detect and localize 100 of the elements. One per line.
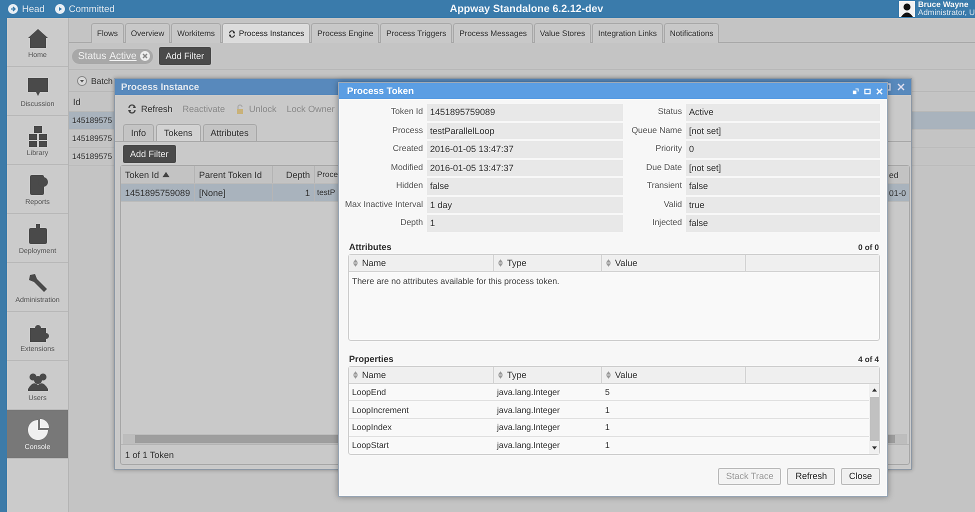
column-header[interactable]: Type bbox=[494, 254, 602, 270]
column-header[interactable]: Name bbox=[349, 254, 494, 270]
tab[interactable]: Process Triggers bbox=[380, 23, 452, 43]
sort-icon bbox=[353, 370, 358, 378]
refresh-icon bbox=[228, 30, 236, 38]
field-value: testParallelLoop bbox=[427, 122, 623, 139]
field-value: true bbox=[686, 196, 880, 213]
add-filter-button[interactable]: Add Filter bbox=[123, 145, 176, 163]
sort-icon bbox=[606, 370, 611, 378]
section-title: Properties bbox=[349, 354, 394, 364]
field-label: Valid bbox=[662, 198, 683, 210]
column-header[interactable]: Parent Token Id bbox=[195, 166, 273, 183]
tab[interactable]: Process Engine bbox=[311, 23, 380, 43]
table-cell-text: java.lang.Integer bbox=[496, 386, 561, 399]
pie-chart-icon bbox=[26, 418, 50, 442]
column-header[interactable]: Value bbox=[602, 254, 746, 270]
filter-value: Active bbox=[109, 50, 137, 62]
tab[interactable]: Info bbox=[123, 124, 154, 141]
dialog-title: Process Instance bbox=[121, 82, 200, 92]
table-cell-text: LoopIncrement bbox=[351, 404, 410, 417]
scroll-up-icon[interactable] bbox=[872, 388, 876, 392]
field-value: false bbox=[427, 178, 623, 194]
column-header[interactable]: ed bbox=[888, 166, 909, 183]
field-value: [not set] bbox=[686, 160, 880, 176]
avatar-silhouette-icon bbox=[899, 1, 915, 17]
circle-icon bbox=[54, 4, 65, 14]
close-icon[interactable] bbox=[897, 83, 905, 91]
column-header: Id bbox=[73, 96, 81, 106]
field-label: Priority bbox=[654, 142, 683, 155]
table-cell-text: java.lang.Integer bbox=[496, 421, 561, 434]
field-label: Due Date bbox=[645, 160, 683, 174]
filter-field: Status bbox=[78, 50, 106, 62]
table-cell-text: java.lang.Integer bbox=[496, 404, 561, 417]
padlock-icon bbox=[235, 104, 246, 114]
column-header[interactable]: Type bbox=[494, 366, 602, 382]
table-cell-text: 1 bbox=[604, 404, 611, 417]
sort-icon bbox=[498, 258, 503, 266]
field-value: 2016-01-05 13:47:37 bbox=[427, 141, 623, 158]
add-filter-button[interactable]: Add Filter bbox=[158, 47, 212, 65]
field-value: [not set] bbox=[686, 122, 880, 139]
item-count: 4 of 4 bbox=[858, 354, 879, 364]
section-title: Attributes bbox=[349, 242, 392, 252]
tab[interactable]: Process Messages bbox=[453, 23, 533, 43]
tab[interactable]: Notifications bbox=[664, 23, 720, 43]
field-value: 0 bbox=[686, 141, 880, 158]
field-label: Modified bbox=[390, 160, 424, 174]
field-value: false bbox=[686, 178, 880, 194]
field-value: 2016-01-05 13:47:37 bbox=[427, 160, 623, 176]
sort-icon bbox=[353, 258, 358, 266]
column-header[interactable]: Value bbox=[602, 366, 746, 382]
user-role: Administrator, U bbox=[918, 9, 975, 17]
table-cell-text: 1 bbox=[604, 421, 611, 434]
tab[interactable]: Attributes bbox=[202, 124, 257, 141]
field-label: Transient bbox=[646, 179, 683, 192]
field-label: Token Id bbox=[390, 105, 424, 118]
tab[interactable]: Value Stores bbox=[534, 23, 592, 43]
field-label: Status bbox=[656, 105, 683, 118]
tab[interactable]: Overview bbox=[124, 23, 170, 43]
tab[interactable]: Flows bbox=[91, 23, 124, 43]
field-value: false bbox=[686, 215, 880, 232]
restore-icon[interactable] bbox=[852, 88, 859, 94]
maximize-icon[interactable] bbox=[864, 88, 871, 94]
batch-menu[interactable]: Batch bbox=[77, 76, 113, 86]
column-header[interactable]: Token Id bbox=[121, 166, 195, 183]
empty-message: There are no attributes available for this process token. bbox=[351, 274, 560, 288]
circle-icon bbox=[8, 4, 18, 14]
field-label: Depth bbox=[399, 216, 424, 229]
tab[interactable]: Integration Links bbox=[592, 23, 663, 43]
dropdown-icon bbox=[77, 76, 87, 86]
close-icon[interactable] bbox=[140, 51, 150, 61]
sort-icon bbox=[606, 258, 611, 266]
column-header[interactable]: Name bbox=[349, 366, 494, 382]
dialog-title: Process Token bbox=[347, 86, 414, 96]
field-value: Active bbox=[686, 104, 880, 120]
field-label: Process bbox=[391, 124, 424, 136]
sort-icon bbox=[498, 370, 503, 378]
table-cell-text: LoopEnd bbox=[351, 386, 388, 399]
table-cell-text: 5 bbox=[604, 386, 611, 399]
field-label: Injected bbox=[651, 216, 683, 229]
field-value: 1 bbox=[427, 215, 623, 232]
field-value: 1451895759089 bbox=[427, 104, 623, 120]
tab[interactable]: Tokens bbox=[156, 124, 201, 141]
field-label: Max Inactive Interval bbox=[344, 198, 424, 210]
field-label: Hidden bbox=[395, 179, 424, 192]
field-label: Queue Name bbox=[630, 124, 683, 137]
app-title: Appway Standalone 6.2.12-dev bbox=[450, 3, 604, 15]
branch-link[interactable]: Head bbox=[8, 4, 45, 14]
table-cell-text: LoopIndex bbox=[351, 421, 393, 434]
column-header[interactable]: Depth bbox=[273, 166, 315, 183]
dialog-button[interactable]: Refresh bbox=[787, 468, 835, 484]
dialog-button[interactable]: Close bbox=[840, 468, 880, 484]
branch-link[interactable]: Committed bbox=[54, 4, 115, 14]
item-count: 0 of 0 bbox=[858, 242, 879, 252]
tab[interactable]: Process Instances bbox=[222, 23, 310, 43]
toolbar-button[interactable]: Refresh bbox=[127, 104, 173, 114]
field-value: 1 day bbox=[427, 196, 623, 213]
tab[interactable]: Workitems bbox=[171, 23, 221, 43]
field-label: Created bbox=[392, 142, 424, 155]
vertical-scrollbar[interactable] bbox=[869, 384, 879, 454]
user-name: Bruce Wayne bbox=[918, 1, 970, 9]
